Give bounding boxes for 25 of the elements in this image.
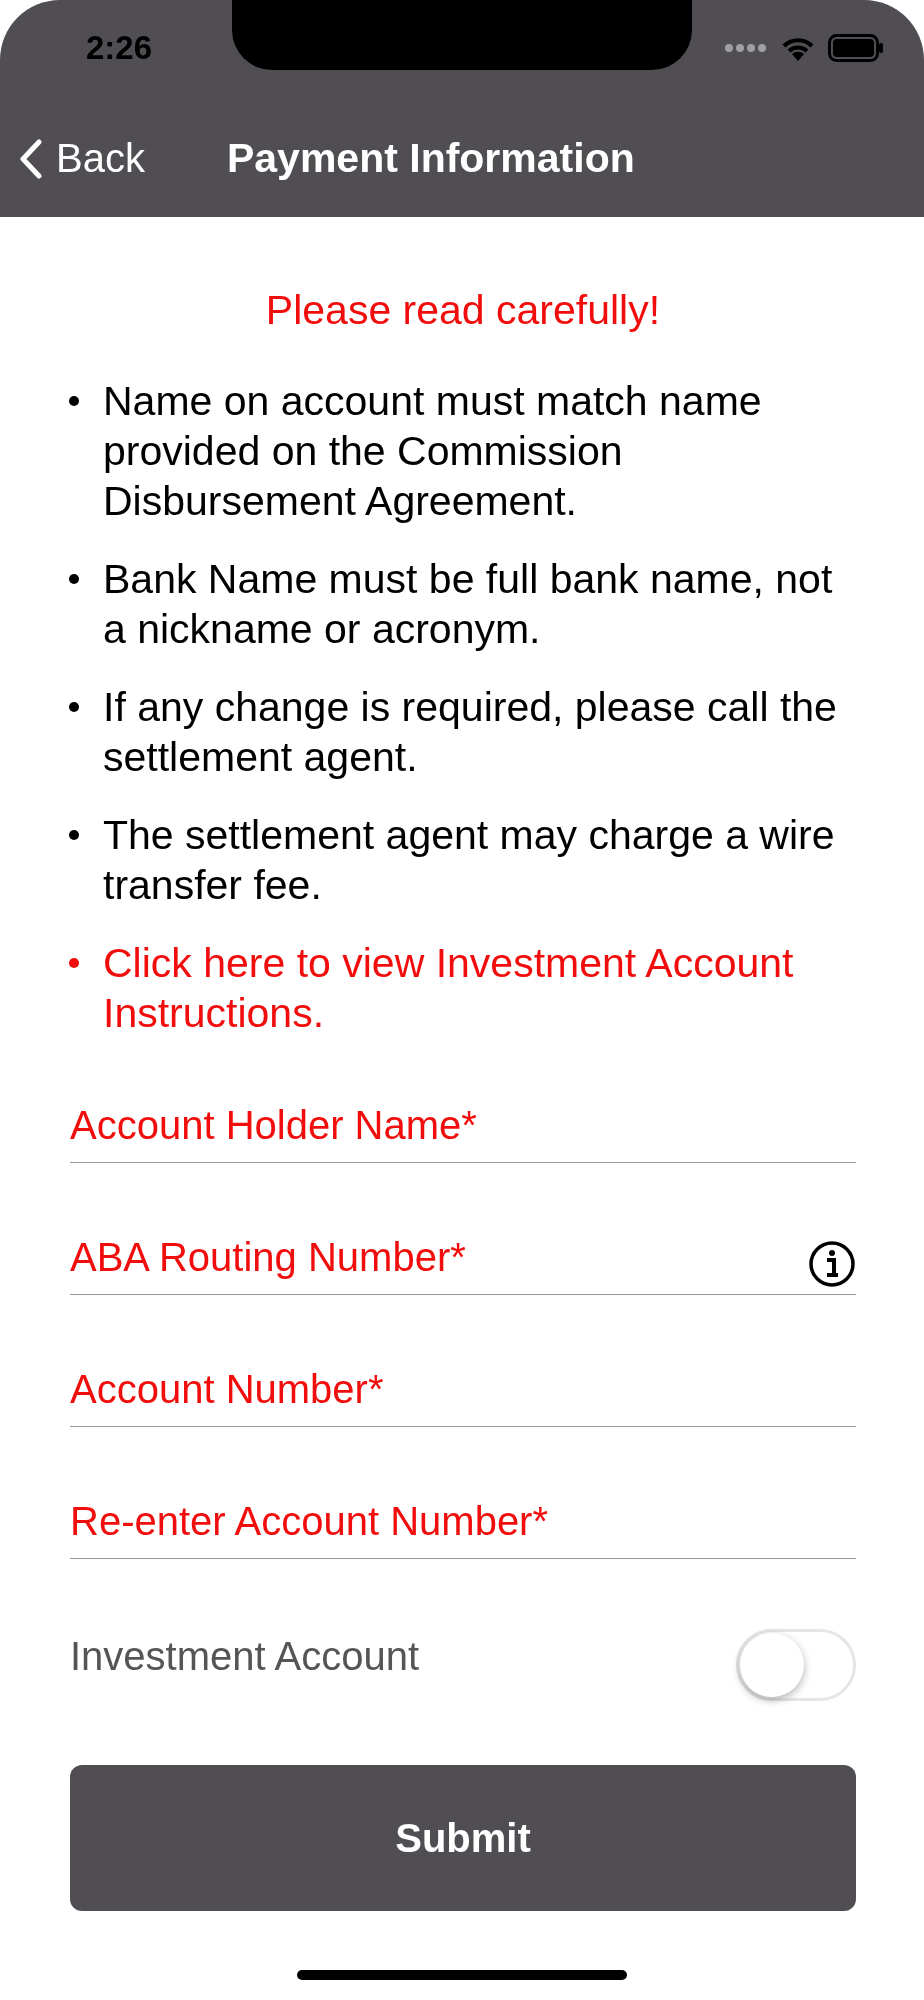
input-field[interactable]: Account Number* <box>70 1367 856 1426</box>
input-field[interactable]: ABA Routing Number* <box>70 1235 808 1294</box>
instruction-text: If any change is required, please call the settlement agent. <box>103 683 838 782</box>
instruction-text: Bank Name must be full bank name, not a nickname or acronym. <box>103 555 834 654</box>
submit-button[interactable]: Submit <box>70 1765 856 1911</box>
bullet-icon <box>69 574 79 584</box>
info-icon[interactable] <box>808 1240 856 1288</box>
back-button[interactable]: Back <box>20 136 145 181</box>
instruction-text: The settlement agent may charge a wire transfer fee. <box>103 811 836 910</box>
notice-text: Please read carefully! <box>265 287 661 334</box>
status-time: 2:26 <box>86 29 153 67</box>
toggle-switch[interactable] <box>736 1629 856 1701</box>
battery-icon <box>828 34 884 62</box>
bullet-icon <box>69 958 79 968</box>
bullet-icon <box>69 830 79 840</box>
input-field[interactable]: Re-enter Account Number* <box>70 1499 856 1558</box>
toggle-label: Investment Account <box>70 1633 420 1679</box>
instructions-link[interactable]: Click here to view Investment Account Instructions. <box>103 938 856 1038</box>
bullet-icon <box>69 396 79 406</box>
signal-icon <box>724 43 768 53</box>
instruction-text: Name on account must match name provided on the Commission Disbursement Agreement. <box>103 377 763 526</box>
input-field[interactable]: Account Holder Name* <box>70 1103 856 1162</box>
chevron-left-icon <box>20 138 42 179</box>
bullet-icon <box>69 702 79 712</box>
page-title: Payment Information <box>226 135 635 182</box>
